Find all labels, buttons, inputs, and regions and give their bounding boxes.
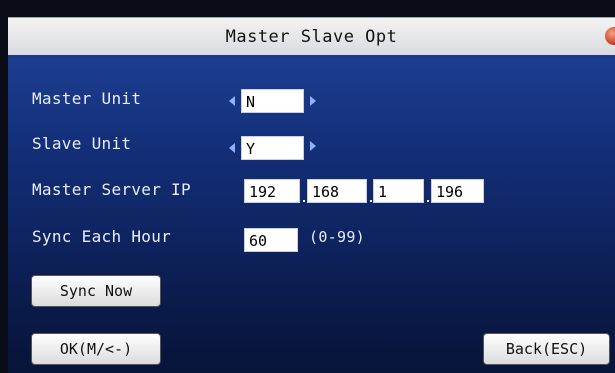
arrow-left-icon[interactable] xyxy=(229,143,235,153)
top-strip xyxy=(0,0,615,17)
window-title: Master Slave Opt xyxy=(225,26,398,47)
sync-hour-field[interactable]: 60 xyxy=(244,228,298,252)
master-server-ip-label: Master Server IP xyxy=(32,180,191,199)
ip-dot xyxy=(427,200,429,202)
ok-button[interactable]: OK(M/<-) xyxy=(31,333,161,365)
ip-octet-3-field[interactable]: 1 xyxy=(373,179,424,203)
back-button[interactable]: Back(ESC) xyxy=(483,333,610,365)
arrow-left-icon[interactable] xyxy=(229,96,235,106)
sync-each-hour-label: Sync Each Hour xyxy=(32,227,172,246)
ip-dot xyxy=(303,200,305,202)
left-edge xyxy=(0,0,8,373)
sync-now-button[interactable]: Sync Now xyxy=(31,275,161,307)
slave-unit-select[interactable]: Y xyxy=(241,136,304,160)
screen: Master Slave Opt Master Unit N Slave Uni… xyxy=(0,0,615,373)
arrow-right-icon[interactable] xyxy=(310,141,316,151)
close-icon[interactable] xyxy=(605,27,615,45)
ip-octet-2-field[interactable]: 168 xyxy=(307,179,367,203)
ip-octet-4-field[interactable]: 196 xyxy=(431,179,484,203)
slave-unit-label: Slave Unit xyxy=(32,134,132,153)
title-bar: Master Slave Opt xyxy=(8,17,615,55)
ip-octet-1-field[interactable]: 192 xyxy=(244,179,300,203)
ip-dot xyxy=(370,200,372,202)
master-unit-select[interactable]: N xyxy=(241,89,304,113)
master-unit-label: Master Unit xyxy=(32,89,142,108)
arrow-right-icon[interactable] xyxy=(310,96,316,106)
range-hint: (0-99) xyxy=(309,228,365,246)
